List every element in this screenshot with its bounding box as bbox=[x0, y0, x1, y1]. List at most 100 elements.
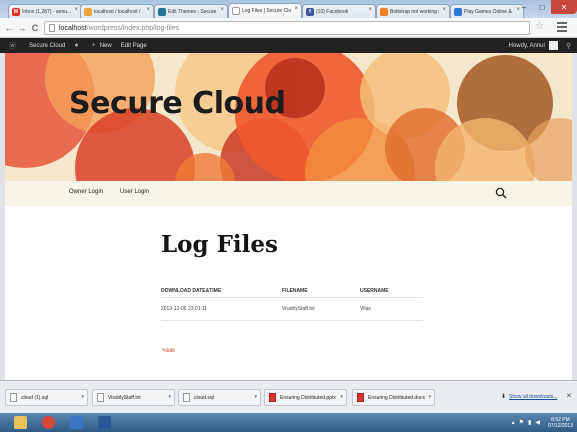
menu-icon[interactable] bbox=[557, 22, 567, 33]
nav-user-login[interactable]: User Login bbox=[120, 189, 149, 195]
browser-tab[interactable]: Edit Themes ‹ Secure ... × bbox=[154, 4, 228, 18]
explorer-icon[interactable] bbox=[8, 414, 32, 431]
site-navigation: Owner Login User Login bbox=[5, 181, 572, 206]
download-filename: VissblyStaff.txt bbox=[108, 394, 141, 401]
cell-filename: VissblyStaff.txt bbox=[282, 297, 360, 321]
wordpress-icon bbox=[158, 8, 166, 16]
downloads-bar: cloud (1).sql ▾ VissblyStaff.txt ▾ cloud.sql… bbox=[0, 380, 577, 413]
cell-datetime: 2013-12-06 23:01:11 bbox=[161, 297, 282, 321]
page-title: Log Files bbox=[161, 231, 278, 258]
word-icon[interactable] bbox=[92, 414, 116, 431]
browser-tab-label: Bottstrap not working o... bbox=[390, 8, 439, 15]
chevron-down-icon[interactable]: ▾ bbox=[81, 394, 84, 400]
column-header-datetime: DOWNLOAD DATE&TIME bbox=[161, 285, 282, 298]
network-icon[interactable]: ▮ bbox=[528, 419, 531, 426]
download-item[interactable]: Ensuring Distributed.docx ▾ bbox=[352, 389, 435, 406]
cell-username: Vilas bbox=[360, 297, 423, 321]
file-icon bbox=[10, 393, 17, 402]
tab-close-icon[interactable]: × bbox=[74, 7, 78, 13]
pdf-file-icon bbox=[269, 393, 276, 402]
address-bar[interactable]: localhost/wordpress/index.php/log-files bbox=[44, 21, 530, 35]
search-icon[interactable] bbox=[495, 187, 507, 199]
browser-tab[interactable]: Log Files | Secure Clo... × bbox=[228, 3, 302, 18]
nav-owner-login[interactable]: Owner Login bbox=[69, 189, 103, 195]
reload-icon[interactable]: C bbox=[29, 21, 41, 34]
download-item[interactable]: VissblyStaff.txt ▾ bbox=[92, 389, 175, 406]
header-banner: Secure Cloud bbox=[5, 53, 572, 181]
browser-tab[interactable]: Bottstrap not working o...× bbox=[376, 4, 450, 18]
browser-tab[interactable]: Play Games Online & ... × bbox=[450, 4, 524, 18]
page-icon bbox=[49, 24, 55, 32]
download-filename: Ensuring Distributed.pptx bbox=[280, 394, 336, 401]
admin-site-name-label: Secure Cloud bbox=[29, 42, 66, 49]
admin-site-name[interactable]: Secure Cloud bbox=[29, 43, 65, 49]
windows-taskbar: ▴ ⚑ ▮ ◀ 8:52 PM 07/12/2013 bbox=[0, 413, 577, 432]
column-header-username: USERNAME bbox=[360, 285, 423, 298]
wp-admin-bar: ⓦ Secure Cloud ● + New Edit Page Howdy, A… bbox=[0, 38, 577, 53]
browser-tab[interactable]: f (10) Facebook × bbox=[302, 4, 376, 18]
browser-tab[interactable]: localhost / localhost / ... × bbox=[80, 4, 154, 18]
download-item[interactable]: cloud.sql ▾ bbox=[178, 389, 261, 406]
show-all-downloads-link[interactable]: Show all downloads... bbox=[509, 394, 557, 400]
browser-tab[interactable]: M Inbox (1,287) - annu... × bbox=[8, 4, 82, 18]
plus-icon: + bbox=[91, 42, 96, 49]
chevron-down-icon[interactable]: ▾ bbox=[428, 394, 431, 400]
browser-tab-label: Log Files | Secure Clo... bbox=[242, 8, 291, 14]
pdf-file-icon bbox=[357, 393, 364, 402]
download-filename: Ensuring Distributed.docx bbox=[368, 394, 425, 401]
chevron-down-icon[interactable]: ▾ bbox=[340, 394, 343, 400]
tab-close-icon[interactable]: × bbox=[220, 7, 224, 13]
chevron-down-icon[interactable]: ▾ bbox=[168, 394, 171, 400]
file-icon bbox=[183, 393, 190, 402]
page-icon bbox=[232, 7, 240, 15]
admin-search-icon[interactable]: ⚲ bbox=[566, 42, 571, 50]
app-glyph bbox=[97, 416, 111, 429]
download-item[interactable]: cloud (1).sql ▾ bbox=[5, 389, 88, 406]
chevron-down-icon[interactable]: ▾ bbox=[254, 394, 257, 400]
admin-edit-page-button[interactable]: Edit Page bbox=[121, 43, 147, 49]
close-downloads-icon[interactable]: ✕ bbox=[566, 392, 572, 400]
column-header-filename: FILENAME bbox=[282, 285, 360, 298]
bookmark-star-icon[interactable]: ☆ bbox=[535, 21, 544, 32]
edit-link-label: Edit bbox=[166, 348, 175, 354]
close-icon[interactable]: ✕ bbox=[551, 0, 577, 14]
flag-icon[interactable]: ⚑ bbox=[519, 419, 524, 426]
comments-icon[interactable]: ● bbox=[74, 42, 82, 49]
browser-tab-strip: M Inbox (1,287) - annu... × localhost / loc… bbox=[0, 0, 577, 18]
download-filename: cloud (1).sql bbox=[21, 394, 49, 401]
browser-tab-label: (10) Facebook bbox=[316, 8, 349, 15]
log-files-table: DOWNLOAD DATE&TIME FILENAME USERNAME 201… bbox=[161, 285, 423, 321]
app-glyph bbox=[41, 416, 55, 429]
browser-tab-label: localhost / localhost / ... bbox=[94, 8, 143, 15]
site-title[interactable]: Secure Cloud bbox=[69, 86, 286, 121]
clock[interactable]: 8:52 PM 07/12/2013 bbox=[548, 417, 573, 429]
tray-up-arrow-icon[interactable]: ▴ bbox=[512, 419, 515, 426]
tab-close-icon[interactable]: × bbox=[294, 6, 298, 12]
forward-icon[interactable]: → bbox=[16, 21, 28, 34]
url-path: /wordpress/index.php/log-files bbox=[86, 24, 180, 32]
admin-greeting[interactable]: Howdy, Annul bbox=[509, 43, 545, 49]
stackoverflow-icon bbox=[380, 8, 388, 16]
file-icon bbox=[97, 393, 104, 402]
edit-page-link[interactable]: ✎Edit bbox=[162, 348, 175, 354]
back-icon[interactable]: ← bbox=[3, 21, 15, 34]
chrome-icon[interactable] bbox=[36, 414, 60, 431]
tab-close-icon[interactable]: × bbox=[146, 7, 150, 13]
wp-logo-icon[interactable]: ⓦ bbox=[9, 41, 20, 51]
window-controls: – □ ✕ bbox=[515, 0, 577, 14]
table-row: 2013-12-06 23:01:11 VissblyStaff.txt Vil… bbox=[161, 297, 423, 321]
games-icon bbox=[454, 8, 462, 16]
tab-close-icon[interactable]: × bbox=[368, 7, 372, 13]
browser-toolbar: ← → C localhost/wordpress/index.php/log-… bbox=[0, 18, 577, 38]
avatar[interactable] bbox=[548, 41, 558, 50]
shield-icon[interactable] bbox=[64, 414, 88, 431]
app-glyph bbox=[13, 416, 27, 429]
minimize-icon[interactable]: – bbox=[515, 0, 533, 14]
volume-icon[interactable]: ◀ bbox=[535, 419, 540, 426]
main-content: Log Files DOWNLOAD DATE&TIME FILENAME US… bbox=[5, 206, 572, 380]
download-item[interactable]: Ensuring Distributed.pptx ▾ bbox=[264, 389, 347, 406]
tab-close-icon[interactable]: × bbox=[442, 7, 446, 13]
system-tray: ▴ ⚑ ▮ ◀ 8:52 PM 07/12/2013 bbox=[508, 413, 573, 432]
maximize-icon[interactable]: □ bbox=[533, 0, 551, 14]
admin-new-button[interactable]: + New bbox=[92, 42, 112, 49]
